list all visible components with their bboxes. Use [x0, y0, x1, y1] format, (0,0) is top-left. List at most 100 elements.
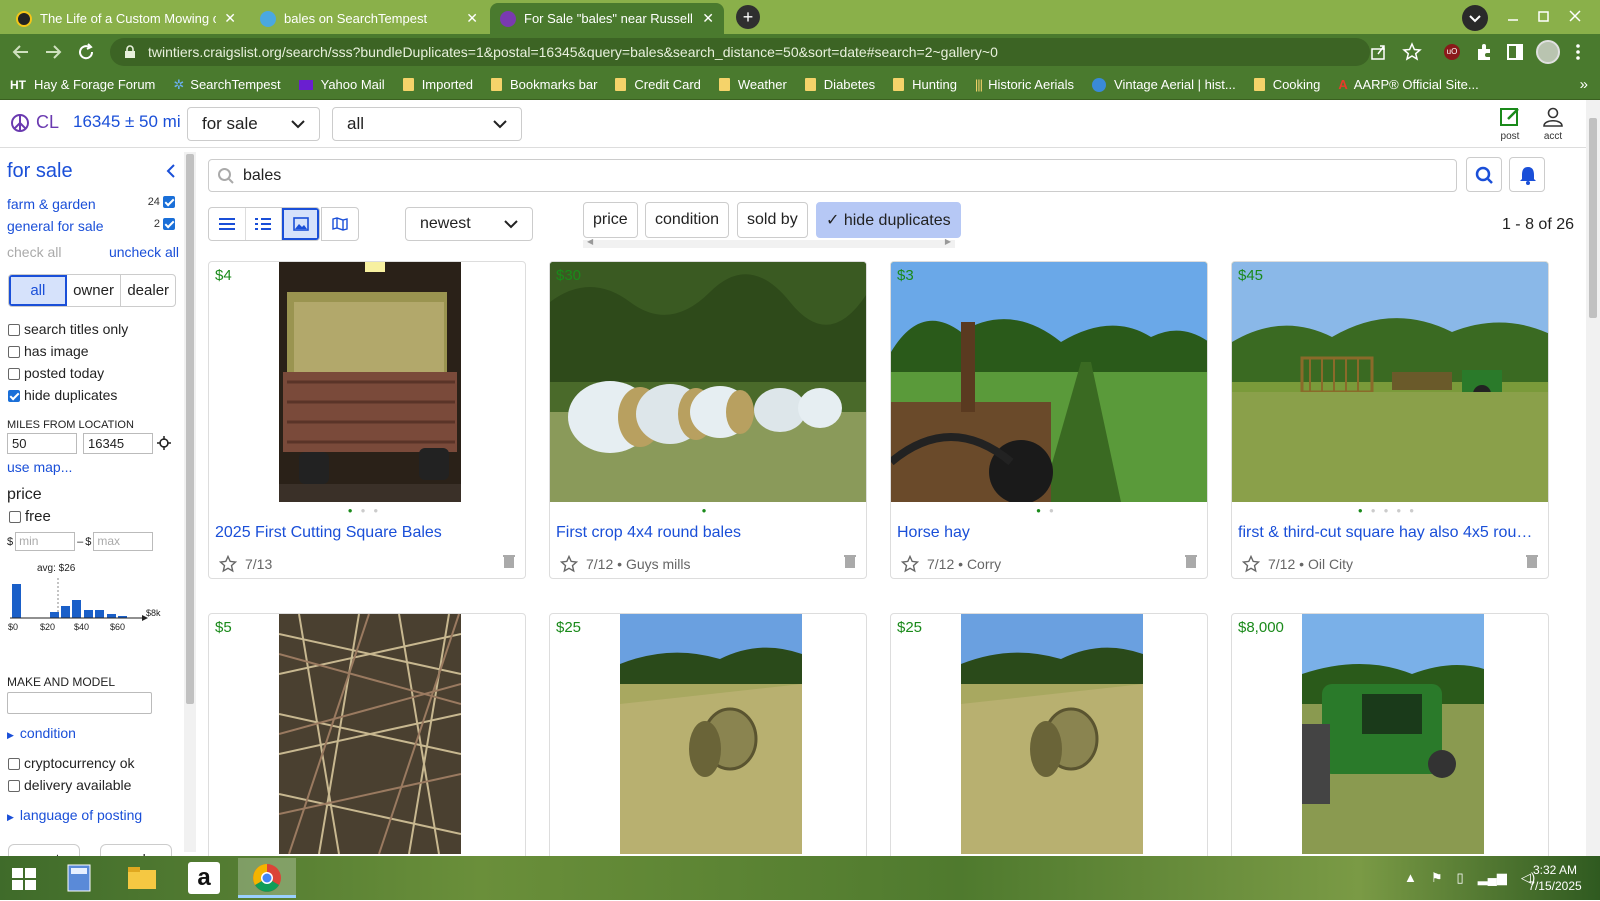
hide-listing-trash-icon[interactable]: [844, 554, 856, 568]
tab-close-icon[interactable]: ✕: [702, 10, 714, 27]
reset-button[interactable]: reset: [8, 844, 80, 856]
option-delivery-available[interactable]: delivery available: [8, 774, 134, 796]
filter-chip-hide-duplicates[interactable]: ✓ hide duplicates: [816, 202, 961, 238]
image-pager-dots[interactable]: ●●●: [209, 506, 525, 515]
listing-card[interactable]: $3 ●● Horse hay 7/12 • Corry: [890, 261, 1208, 579]
collapse-sidebar-chevron-icon[interactable]: [166, 164, 176, 178]
more-bookmarks-icon[interactable]: »: [1580, 76, 1588, 93]
file-explorer-icon[interactable]: [127, 866, 157, 890]
back-arrow-icon[interactable]: [12, 43, 30, 61]
new-tab-button[interactable]: +: [736, 5, 760, 29]
bookmark-credit-card[interactable]: Credit Card: [615, 77, 701, 92]
reload-icon[interactable]: [77, 43, 95, 61]
favorite-star-icon[interactable]: [1242, 555, 1260, 573]
tray-overflow-icon[interactable]: ▲: [1404, 870, 1417, 886]
bookmark-vintage-aerial[interactable]: Vintage Aerial | hist...: [1092, 77, 1236, 92]
filter-chip-condition[interactable]: condition: [645, 202, 730, 238]
listing-photo[interactable]: [550, 262, 867, 502]
seller-all-tab[interactable]: all: [9, 275, 67, 306]
image-pager-dots[interactable]: ●: [550, 506, 866, 515]
favorite-star-icon[interactable]: [560, 555, 578, 573]
category-checkbox[interactable]: [163, 196, 175, 209]
scroll-right-icon[interactable]: ▶: [945, 237, 951, 246]
windows-start-icon[interactable]: [12, 868, 36, 890]
tab-search-button[interactable]: [1462, 5, 1488, 31]
view-thumb-button[interactable]: [246, 208, 283, 240]
condition-expander[interactable]: ▶ condition: [7, 725, 76, 741]
listing-card[interactable]: $45 ●●●●● first & third-cut square hay a…: [1231, 261, 1549, 579]
filter-chip-price[interactable]: price: [583, 202, 638, 238]
hide-listing-trash-icon[interactable]: [1185, 554, 1197, 568]
option-hide-duplicates[interactable]: hide duplicates: [8, 384, 128, 406]
sort-select[interactable]: newest: [405, 207, 533, 241]
filter-chip-sold-by[interactable]: sold by: [737, 202, 808, 238]
category-item-farm-garden[interactable]: farm & garden 24: [7, 196, 179, 218]
view-gallery-button[interactable]: [282, 208, 319, 240]
seller-owner-tab[interactable]: owner: [67, 275, 122, 306]
listing-photo[interactable]: [279, 262, 461, 502]
bookmark-cooking[interactable]: Cooking: [1253, 77, 1320, 92]
view-map-button[interactable]: [321, 207, 359, 241]
menu-dots-icon[interactable]: [1574, 43, 1582, 61]
favorite-star-icon[interactable]: [901, 555, 919, 573]
chrome-taskbar-button[interactable]: [238, 858, 296, 898]
listing-card[interactable]: $25: [549, 613, 867, 856]
craigslist-home-link[interactable]: CL: [10, 112, 59, 133]
language-expander[interactable]: ▶ language of posting: [7, 807, 142, 823]
amazon-icon[interactable]: a: [188, 862, 220, 894]
bookmark-imported[interactable]: Imported: [402, 77, 473, 92]
category-item-general-for-sale[interactable]: general for sale 2: [7, 218, 179, 240]
account-button[interactable]: acct: [1540, 106, 1566, 142]
listing-photo[interactable]: [891, 262, 1208, 502]
listing-card[interactable]: $25: [890, 613, 1208, 856]
tab-close-icon[interactable]: ✕: [224, 10, 236, 27]
view-list-button[interactable]: [209, 208, 246, 240]
subcategory-select[interactable]: all: [332, 107, 522, 141]
listing-photo[interactable]: [279, 614, 461, 854]
bookmark-historic-aerials[interactable]: ||| Historic Aerials: [975, 77, 1074, 92]
filter-chips-scrollbar[interactable]: ◀ ▶: [583, 237, 955, 248]
listing-title[interactable]: Horse hay: [897, 524, 1197, 542]
listing-card[interactable]: $30 ● First crop 4x4 round bales 7/12 • …: [549, 261, 867, 579]
profile-avatar[interactable]: [1536, 40, 1560, 64]
extensions-puzzle-icon[interactable]: [1474, 42, 1494, 62]
page-scrollbar[interactable]: [1586, 100, 1600, 856]
option-has-image[interactable]: has image: [8, 340, 128, 362]
calculator-icon[interactable]: [67, 864, 91, 892]
sidebar-scrollbar[interactable]: [184, 152, 196, 852]
listing-title[interactable]: 2025 First Cutting Square Bales: [215, 524, 515, 542]
tab-close-icon[interactable]: ✕: [466, 10, 478, 27]
bookmark-bookmarks-bar[interactable]: Bookmarks bar: [491, 77, 597, 92]
listing-card[interactable]: $8,000: [1231, 613, 1549, 856]
wifi-signal-icon[interactable]: ▂▄▆: [1478, 870, 1507, 886]
browser-tab-2[interactable]: bales on SearchTempest ✕: [250, 3, 488, 34]
uncheck-all-link[interactable]: uncheck all: [109, 244, 179, 260]
bookmark-yahoo-mail[interactable]: Yahoo Mail: [298, 77, 385, 92]
price-max-input[interactable]: max: [93, 532, 154, 551]
postal-input[interactable]: 16345: [83, 433, 153, 454]
option-search-titles-only[interactable]: search titles only: [8, 318, 128, 340]
post-button[interactable]: post: [1498, 106, 1522, 142]
network-icon[interactable]: ▯: [1457, 870, 1464, 886]
side-panel-icon[interactable]: [1506, 43, 1524, 61]
bookmark-weather[interactable]: Weather: [718, 77, 787, 92]
listing-title[interactable]: first & third-cut square hay also 4x5 ro…: [1238, 524, 1538, 542]
search-button[interactable]: [1466, 157, 1502, 192]
listing-photo[interactable]: [620, 614, 802, 854]
ublock-extension-icon[interactable]: uO: [1444, 44, 1460, 60]
bookmark-hay-forage-forum[interactable]: HT Hay & Forage Forum: [10, 77, 155, 92]
check-all-link[interactable]: check all: [7, 244, 61, 260]
listing-photo[interactable]: [961, 614, 1143, 854]
category-checkbox[interactable]: [163, 218, 175, 231]
image-pager-dots[interactable]: ●●: [891, 506, 1207, 515]
bookmark-searchtempest[interactable]: ✲ SearchTempest: [173, 77, 280, 93]
listing-photo[interactable]: [1302, 614, 1484, 854]
forward-arrow-icon[interactable]: [44, 43, 62, 61]
browser-tab-3-active[interactable]: For Sale "bales" near Russell, PA ✕: [490, 3, 724, 34]
make-model-input[interactable]: [7, 692, 152, 714]
use-map-link[interactable]: use map...: [7, 459, 72, 475]
option-posted-today[interactable]: posted today: [8, 362, 128, 384]
favorite-star-icon[interactable]: [219, 555, 237, 573]
hide-listing-trash-icon[interactable]: [1526, 554, 1538, 568]
scroll-left-icon[interactable]: ◀: [587, 237, 593, 246]
